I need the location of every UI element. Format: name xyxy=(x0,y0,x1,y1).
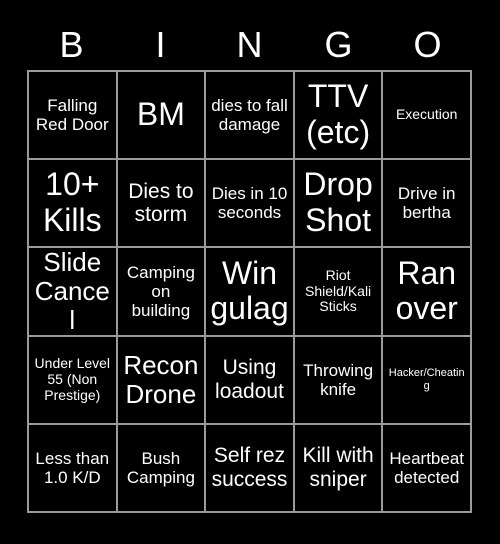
header-letter-b: B xyxy=(59,24,84,65)
bingo-cell-label: Riot Shield/Kali Sticks xyxy=(305,266,372,315)
bingo-cell-label: Dies to storm xyxy=(128,179,194,227)
bingo-cell-r5c3[interactable]: Self rez success xyxy=(206,424,293,511)
bingo-cell-label: TTV (etc) xyxy=(306,78,371,151)
bingo-cell-r3c4[interactable]: Riot Shield/Kali Sticks xyxy=(294,248,382,335)
bingo-cell-r3c2[interactable]: Camping on building xyxy=(117,248,205,335)
bingo-cell-r2c5[interactable]: Drive in bertha xyxy=(383,160,470,247)
bingo-cell-label: Throwing knife xyxy=(303,360,374,399)
bingo-cell-label: dies to fall damage xyxy=(211,96,288,135)
bingo-cell-label: 10+ Kills xyxy=(42,166,102,239)
bingo-cell-label: Dies in 10 seconds xyxy=(211,184,288,223)
bingo-cell-r2c1[interactable]: 10+ Kills xyxy=(29,160,116,247)
bingo-cell-label: Slide Cancel xyxy=(34,248,110,335)
bingo-cell-label: Under Level 55 (Non Prestige) xyxy=(34,355,111,403)
bingo-cell-label: Recon Drone xyxy=(123,349,199,409)
header-letter-o: O xyxy=(413,24,442,65)
bingo-cell-r1c2[interactable]: BM xyxy=(117,72,205,159)
bingo-cell-label: Kill with sniper xyxy=(302,444,374,491)
bingo-cell-r1c1[interactable]: Falling Red Door xyxy=(29,72,116,159)
bingo-cell-r4c4[interactable]: Throwing knife xyxy=(294,336,382,423)
bingo-cell-label: Camping on building xyxy=(126,262,195,320)
bingo-grid: Falling Red Door BM dies to fall damage TTV… xyxy=(27,70,472,513)
bingo-cell-r5c2[interactable]: Bush Camping xyxy=(117,424,205,511)
bingo-cell-label: BM xyxy=(136,96,185,133)
bingo-cell-r3c5[interactable]: Ran over xyxy=(383,248,470,335)
bingo-cell-r4c1[interactable]: Under Level 55 (Non Prestige) xyxy=(29,336,116,423)
bingo-cell-label: Self rez success xyxy=(211,444,288,491)
bingo-header: B I N G O xyxy=(27,22,472,68)
bingo-cell-r5c1[interactable]: Less than 1.0 K/D xyxy=(29,424,116,511)
bingo-cell-label: Ran over xyxy=(395,254,458,327)
bingo-cell-label: Heartbeat detected xyxy=(389,448,465,487)
bingo-cell-r5c4[interactable]: Kill with sniper xyxy=(294,424,382,511)
bingo-cell-label: Win gulag xyxy=(210,254,289,327)
bingo-cell-r1c3[interactable]: dies to fall damage xyxy=(206,72,293,159)
bingo-cell-r1c4[interactable]: TTV (etc) xyxy=(294,72,382,159)
bingo-cell-r2c3[interactable]: Dies in 10 seconds xyxy=(206,160,293,247)
bingo-cell-label: Falling Red Door xyxy=(35,96,109,135)
bingo-cell-r2c4[interactable]: Drop Shot xyxy=(294,160,382,247)
bingo-cell-r4c3[interactable]: Using loadout xyxy=(206,336,293,423)
bingo-cell-label: Drive in bertha xyxy=(397,184,456,223)
bingo-cell-label: Drop Shot xyxy=(303,166,373,239)
bingo-cell-r3c3[interactable]: Win gulag xyxy=(206,248,293,335)
bingo-cell-r1c5[interactable]: Execution xyxy=(383,72,470,159)
bingo-cell-label: Less than 1.0 K/D xyxy=(35,448,110,487)
header-letter-i: I xyxy=(155,24,166,65)
bingo-cell-label: Execution xyxy=(395,106,458,123)
bingo-card: B I N G O Falling Red Door BM dies to fall… xyxy=(0,0,500,544)
bingo-cell-label: Hacker/Cheating xyxy=(388,367,465,392)
header-letter-n: N xyxy=(236,24,263,65)
bingo-cell-r4c5[interactable]: Hacker/Cheating xyxy=(383,336,470,423)
bingo-cell-label: Using loadout xyxy=(215,356,284,403)
bingo-cell-label: Bush Camping xyxy=(126,448,195,487)
bingo-cell-r5c5[interactable]: Heartbeat detected xyxy=(383,424,470,511)
bingo-cell-r2c2[interactable]: Dies to storm xyxy=(117,160,205,247)
header-letter-g: G xyxy=(324,24,353,65)
bingo-cell-r3c1[interactable]: Slide Cancel xyxy=(29,248,116,335)
bingo-cell-r4c2[interactable]: Recon Drone xyxy=(117,336,205,423)
